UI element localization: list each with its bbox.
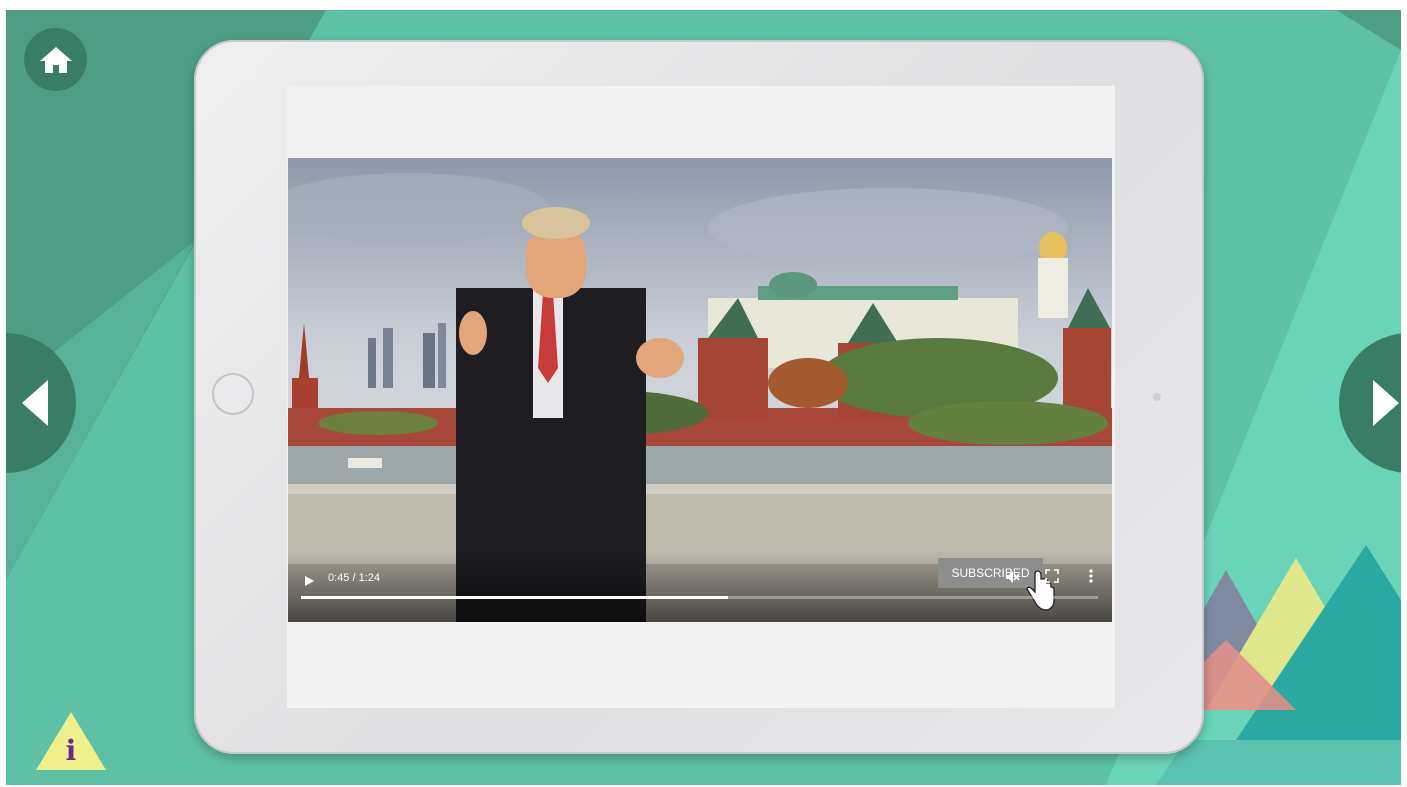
home-button[interactable] xyxy=(24,28,87,91)
progress-bar[interactable] xyxy=(301,596,1098,599)
fullscreen-icon[interactable] xyxy=(1045,569,1059,583)
info-button[interactable]: i xyxy=(34,710,108,772)
home-icon xyxy=(39,46,72,73)
time-display: 0:45 / 1:24 xyxy=(328,572,380,584)
chevron-right-icon xyxy=(1373,380,1399,426)
tablet-screen: 0:45 / 1:24 SUBSCRIBED xyxy=(287,86,1115,708)
progress-fill xyxy=(301,596,729,599)
slide-stage: i 0:45 / 1:24 SUBSCRIBED xyxy=(6,10,1401,785)
info-label: i xyxy=(65,734,77,767)
tablet-camera xyxy=(1153,393,1161,401)
play-icon[interactable] xyxy=(302,574,316,588)
chevron-left-icon xyxy=(22,380,48,426)
more-vertical-icon[interactable] xyxy=(1088,568,1094,584)
tablet-frame: 0:45 / 1:24 SUBSCRIBED xyxy=(194,40,1204,754)
video-player[interactable]: 0:45 / 1:24 SUBSCRIBED xyxy=(288,158,1112,622)
mute-icon[interactable] xyxy=(1004,569,1020,585)
tablet-home-button xyxy=(212,373,254,415)
video-controls: 0:45 / 1:24 SUBSCRIBED xyxy=(288,552,1112,622)
